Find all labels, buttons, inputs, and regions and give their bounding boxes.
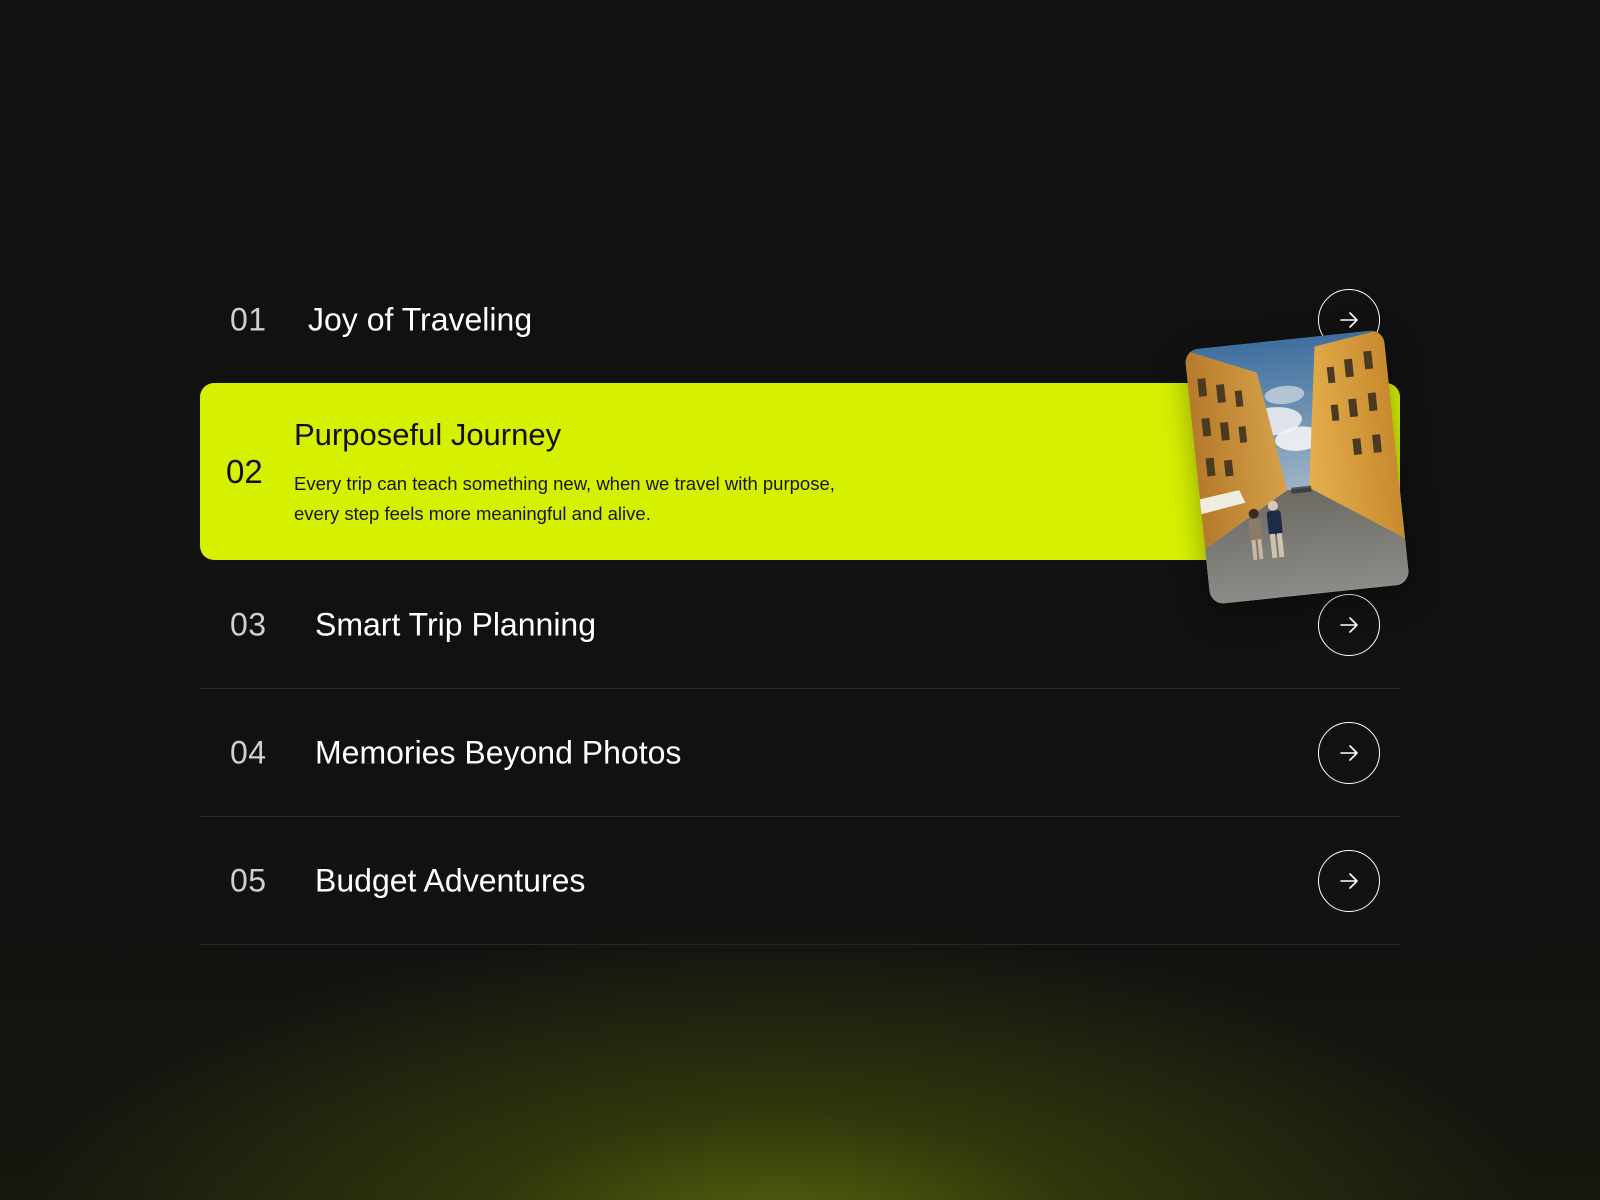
item-number: 02 [226, 452, 263, 490]
list-item-memories-beyond-photos[interactable]: 04 Memories Beyond Photos [200, 689, 1400, 817]
topic-list: 01 Joy of Traveling 02 Purposeful Journe… [200, 0, 1410, 1200]
open-item-button[interactable] [1318, 849, 1380, 912]
item-number: 04 [230, 734, 267, 770]
item-number: 03 [230, 606, 267, 642]
description-line: Every trip can teach something new, when… [294, 473, 835, 494]
item-title: Purposeful Journey [294, 417, 562, 452]
list-item-budget-adventures[interactable]: 05 Budget Adventures [200, 817, 1400, 945]
arrow-right-icon [1340, 616, 1358, 633]
item-title: Joy of Traveling [308, 301, 533, 338]
item-title: Budget Adventures [315, 862, 586, 898]
arrow-right-icon [1340, 744, 1358, 761]
open-item-button[interactable] [1318, 593, 1380, 656]
open-item-button[interactable] [1318, 721, 1380, 784]
arrow-right-icon [1340, 872, 1358, 889]
street-scene-image [1184, 329, 1410, 605]
travel-photo [1184, 329, 1410, 605]
item-title: Smart Trip Planning [315, 606, 597, 642]
arrow-right-icon [1340, 312, 1358, 328]
item-title: Memories Beyond Photos [315, 734, 682, 770]
item-number: 05 [230, 862, 267, 898]
description-line: every step feels more meaningful and ali… [294, 503, 651, 524]
item-number: 01 [230, 301, 267, 338]
item-description: Every trip can teach something new, when… [294, 469, 914, 529]
